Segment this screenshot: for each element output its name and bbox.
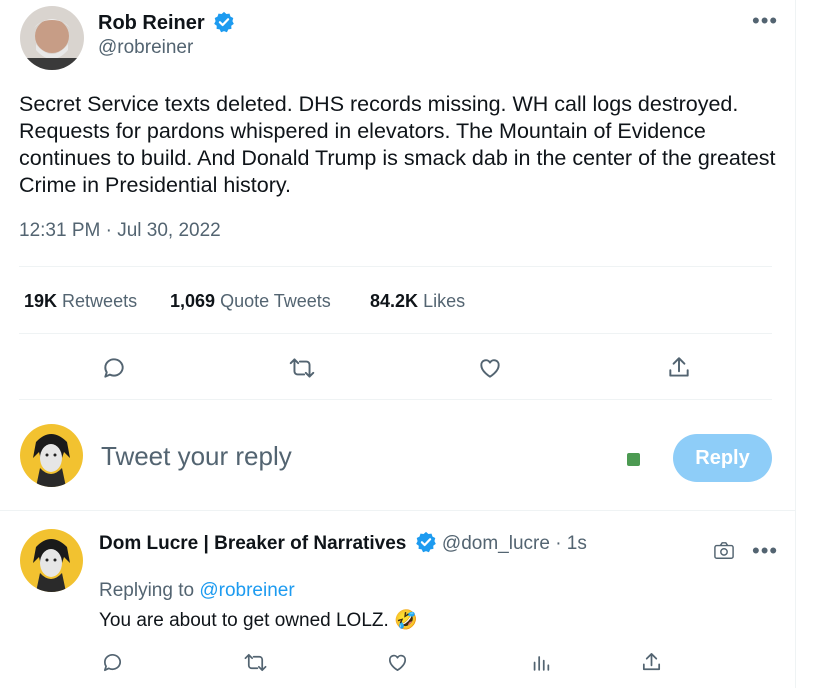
reply-header: Dom Lucre | Breaker of Narratives @dom_l…: [99, 531, 587, 555]
camera-icon[interactable]: [713, 541, 735, 561]
tweet-timestamp[interactable]: 12:31 PM · Jul 30, 2022: [19, 220, 221, 242]
divider: [19, 333, 772, 334]
reply-author-handle[interactable]: @dom_lucre: [442, 533, 550, 554]
author-name[interactable]: Rob Reiner: [98, 11, 235, 35]
reply-input[interactable]: Tweet your reply: [101, 441, 292, 472]
analytics-icon[interactable]: [530, 651, 552, 674]
divider: [0, 510, 795, 511]
author-avatar[interactable]: [20, 6, 84, 70]
divider: [19, 399, 772, 400]
more-dots-icon[interactable]: •••: [752, 538, 778, 564]
reply-text-content: You are about to get owned LOLZ.: [99, 610, 389, 631]
likes-label: Likes: [423, 291, 466, 311]
share-icon[interactable]: [666, 355, 692, 381]
author-handle[interactable]: @robreiner: [98, 37, 193, 59]
replying-to-label: Replying to: [99, 580, 195, 601]
reply-icon[interactable]: [101, 355, 127, 381]
quotes-count: 1,069: [170, 291, 216, 311]
tweet-text: Secret Service texts deleted. DHS record…: [19, 92, 776, 197]
quote-tweets-stat[interactable]: 1,069 Quote Tweets: [170, 291, 331, 312]
more-dots-icon[interactable]: •••: [752, 8, 778, 34]
retweet-icon[interactable]: [243, 651, 268, 674]
reply-author-avatar[interactable]: [20, 529, 83, 592]
reply-button[interactable]: Reply: [673, 434, 772, 482]
rofl-emoji-icon: 🤣: [394, 610, 418, 631]
reply-icon[interactable]: [101, 651, 124, 674]
replying-to: Replying to @robreiner: [99, 580, 295, 602]
retweets-count: 19K: [24, 291, 58, 311]
share-icon[interactable]: [640, 651, 663, 674]
like-icon[interactable]: [386, 651, 409, 674]
retweet-icon[interactable]: [288, 355, 316, 381]
tweet-column: Rob Reiner @robreiner ••• Secret Service…: [0, 0, 796, 688]
reply-time[interactable]: · 1s: [555, 533, 587, 554]
composer-avatar[interactable]: [20, 424, 83, 487]
like-icon[interactable]: [477, 355, 503, 381]
reply-author-name[interactable]: Dom Lucre | Breaker of Narratives: [99, 533, 406, 554]
retweets-label: Retweets: [62, 291, 138, 311]
retweets-stat[interactable]: 19K Retweets: [24, 291, 137, 312]
status-indicator: [627, 453, 640, 466]
reply-text: You are about to get owned LOLZ. 🤣: [99, 608, 418, 632]
divider: [19, 266, 772, 267]
author-name-text[interactable]: Rob Reiner: [98, 12, 205, 34]
likes-count: 84.2K: [370, 291, 419, 311]
verified-badge-icon: [415, 531, 437, 553]
verified-badge-icon: [213, 11, 235, 33]
likes-stat[interactable]: 84.2K Likes: [370, 291, 465, 312]
quotes-label: Quote Tweets: [220, 291, 331, 311]
replying-to-handle[interactable]: @robreiner: [199, 580, 294, 601]
